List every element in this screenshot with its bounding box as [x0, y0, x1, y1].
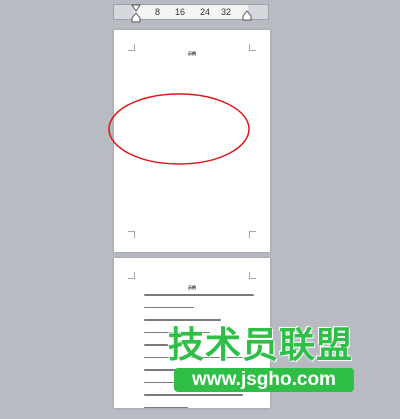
- margin-corner-mark: [249, 44, 256, 51]
- text-line: [144, 406, 188, 408]
- right-indent-marker-icon[interactable]: [242, 10, 252, 22]
- ruler-tick-label: 32: [221, 7, 232, 17]
- text-line: [144, 319, 221, 321]
- site-watermark-logo: 技术员联盟 www.jsgho.com: [168, 325, 358, 400]
- margin-corner-mark: [249, 272, 256, 279]
- margin-corner-mark: [128, 231, 135, 238]
- margin-corner-mark: [128, 44, 135, 51]
- watermark-title: 技术员联盟: [168, 325, 354, 366]
- text-line: [144, 294, 254, 296]
- margin-corner-mark: [249, 231, 256, 238]
- document-page-1[interactable]: 示例: [108, 30, 270, 252]
- watermark-url: www.jsgho.com: [174, 368, 354, 392]
- page-title: 示例: [188, 285, 196, 290]
- indent-marker-icon[interactable]: [131, 4, 141, 24]
- text-line: [144, 306, 194, 308]
- ruler-tick-label: 16: [175, 7, 186, 17]
- margin-corner-mark: [128, 272, 135, 279]
- ruler-tick-label: 24: [200, 7, 211, 17]
- ruler-tick-label: 8: [155, 7, 161, 17]
- page-title: 示例: [188, 51, 196, 56]
- ellipse-shape[interactable]: [108, 93, 250, 165]
